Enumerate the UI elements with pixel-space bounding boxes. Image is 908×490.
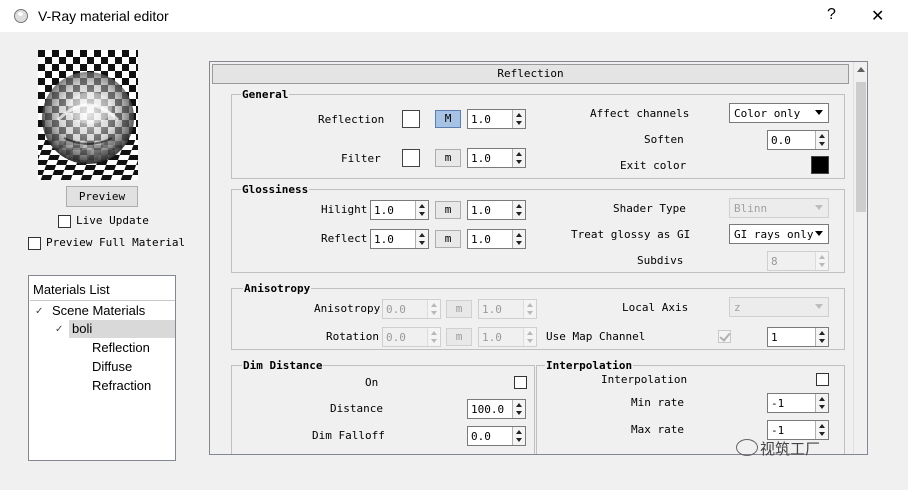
- material-preview-image: [38, 50, 138, 180]
- chevron-down-icon: [815, 304, 823, 309]
- window-title: V-Ray material editor: [38, 8, 169, 24]
- interpolation-group-title: Interpolation: [545, 359, 634, 372]
- reflect-label: Reflect: [321, 232, 368, 245]
- preview-full-material-label: Preview Full Material: [46, 236, 186, 249]
- help-button[interactable]: ?: [827, 6, 836, 24]
- expand-chevron-icon[interactable]: ✓: [55, 324, 63, 335]
- rotation-label: Rotation: [326, 330, 379, 343]
- affect-channels-dropdown[interactable]: Color only: [729, 103, 829, 123]
- glossiness-group-title: Glossiness: [241, 183, 310, 196]
- watermark-logo-icon: [736, 439, 758, 456]
- tree-item-refraction[interactable]: Refraction: [92, 378, 151, 393]
- hilight-glossiness-spinner[interactable]: 1.0: [370, 200, 429, 220]
- treat-glossy-as-gi-label: Treat glossy as GI: [571, 228, 691, 241]
- rotation-spinner[interactable]: 0.0: [382, 327, 441, 347]
- reflection-panel: Reflection General Reflection M 1.0 Filt…: [209, 61, 868, 455]
- filter-label: Filter: [341, 152, 381, 165]
- rotation-map-amount-spinner[interactable]: 1.0: [478, 327, 537, 347]
- materials-list[interactable]: Materials List ✓ Scene Materials ✓ boli …: [28, 275, 176, 461]
- min-rate-label: Min rate: [631, 396, 684, 409]
- tree-item-scene-materials[interactable]: Scene Materials: [52, 303, 145, 318]
- distance-spinner[interactable]: 100.0: [467, 399, 526, 419]
- anisotropy-label: Anisotropy: [314, 302, 381, 315]
- subdivs-label: Subdivs: [637, 254, 684, 267]
- use-map-channel-label: Use Map Channel: [546, 330, 646, 343]
- affect-channels-label: Affect channels: [590, 107, 690, 120]
- interpolation-label: Interpolation: [601, 373, 688, 386]
- exit-color-swatch[interactable]: [811, 156, 829, 174]
- materials-list-divider: [30, 300, 175, 301]
- tree-item-reflection[interactable]: Reflection: [92, 340, 150, 355]
- anisotropy-map-amount-spinner[interactable]: 1.0: [478, 299, 537, 319]
- anisotropy-map-button[interactable]: m: [446, 300, 472, 318]
- app-icon: [14, 9, 28, 23]
- local-axis-dropdown[interactable]: z: [729, 297, 829, 317]
- hilight-map-button[interactable]: m: [435, 201, 461, 219]
- use-map-channel-checkbox[interactable]: [718, 330, 731, 343]
- material-editor-window: V-Ray material editor ? ✕ Preview Live U…: [0, 0, 908, 490]
- chevron-down-icon: [815, 110, 823, 115]
- dim-on-label: On: [365, 376, 379, 389]
- live-update-label: Live Update: [76, 214, 149, 227]
- panel-scrollbar[interactable]: [853, 62, 867, 454]
- distance-label: Distance: [330, 402, 383, 415]
- chevron-down-icon: [815, 231, 823, 236]
- dim-falloff-spinner[interactable]: 0.0: [467, 426, 526, 446]
- watermark-text: 视筑工厂: [760, 440, 821, 458]
- live-update-checkbox[interactable]: [58, 215, 71, 228]
- title-bar: V-Ray material editor ? ✕: [0, 0, 908, 32]
- anisotropy-group-title: Anisotropy: [243, 282, 312, 295]
- rotation-map-button[interactable]: m: [446, 328, 472, 346]
- reflection-amount-spinner[interactable]: 1.0: [467, 109, 526, 129]
- filter-map-button[interactable]: m: [435, 149, 461, 167]
- preview-full-material-checkbox[interactable]: [28, 237, 41, 250]
- hilight-label: Hilight: [321, 203, 368, 216]
- reflection-map-button[interactable]: M: [435, 110, 461, 128]
- reflection-label: Reflection: [318, 113, 385, 126]
- reflect-map-button[interactable]: m: [435, 230, 461, 248]
- map-channel-spinner[interactable]: 1: [767, 327, 829, 347]
- dim-distance-group-title: Dim Distance: [242, 359, 324, 372]
- hilight-map-amount-spinner[interactable]: 1.0: [467, 200, 526, 220]
- general-group-title: General: [241, 88, 290, 101]
- expand-chevron-icon[interactable]: ✓: [35, 306, 43, 317]
- tree-item-boli[interactable]: boli: [72, 321, 92, 336]
- reflection-rollout-header[interactable]: Reflection: [212, 64, 849, 84]
- exit-color-label: Exit color: [620, 159, 687, 172]
- reflect-map-amount-spinner[interactable]: 1.0: [467, 229, 526, 249]
- materials-list-title: Materials List: [33, 282, 110, 297]
- reflect-glossiness-spinner[interactable]: 1.0: [370, 229, 429, 249]
- max-rate-spinner[interactable]: -1: [767, 420, 829, 440]
- chevron-down-icon: [815, 205, 823, 210]
- shader-type-dropdown[interactable]: Blinn: [729, 198, 829, 218]
- dim-falloff-label: Dim Falloff: [312, 429, 385, 442]
- local-axis-label: Local Axis: [622, 301, 689, 314]
- tree-item-diffuse[interactable]: Diffuse: [92, 359, 132, 374]
- anisotropy-spinner[interactable]: 0.0: [382, 299, 441, 319]
- filter-color-swatch[interactable]: [402, 149, 420, 167]
- preview-button[interactable]: Preview: [66, 186, 138, 207]
- shader-type-label: Shader Type: [613, 202, 686, 215]
- treat-glossy-as-gi-dropdown[interactable]: GI rays only: [729, 224, 829, 244]
- subdivs-spinner[interactable]: 8: [767, 251, 829, 271]
- soften-label: Soften: [644, 133, 684, 146]
- min-rate-spinner[interactable]: -1: [767, 393, 829, 413]
- filter-amount-spinner[interactable]: 1.0: [467, 148, 526, 168]
- close-button[interactable]: ✕: [871, 6, 884, 26]
- interpolation-checkbox[interactable]: [816, 373, 829, 386]
- dim-on-checkbox[interactable]: [514, 376, 527, 389]
- max-rate-label: Max rate: [631, 423, 684, 436]
- soften-spinner[interactable]: 0.0: [767, 130, 829, 150]
- reflection-color-swatch[interactable]: [402, 110, 420, 128]
- scroll-up-arrow-icon[interactable]: [857, 67, 865, 72]
- scrollbar-thumb[interactable]: [856, 82, 866, 212]
